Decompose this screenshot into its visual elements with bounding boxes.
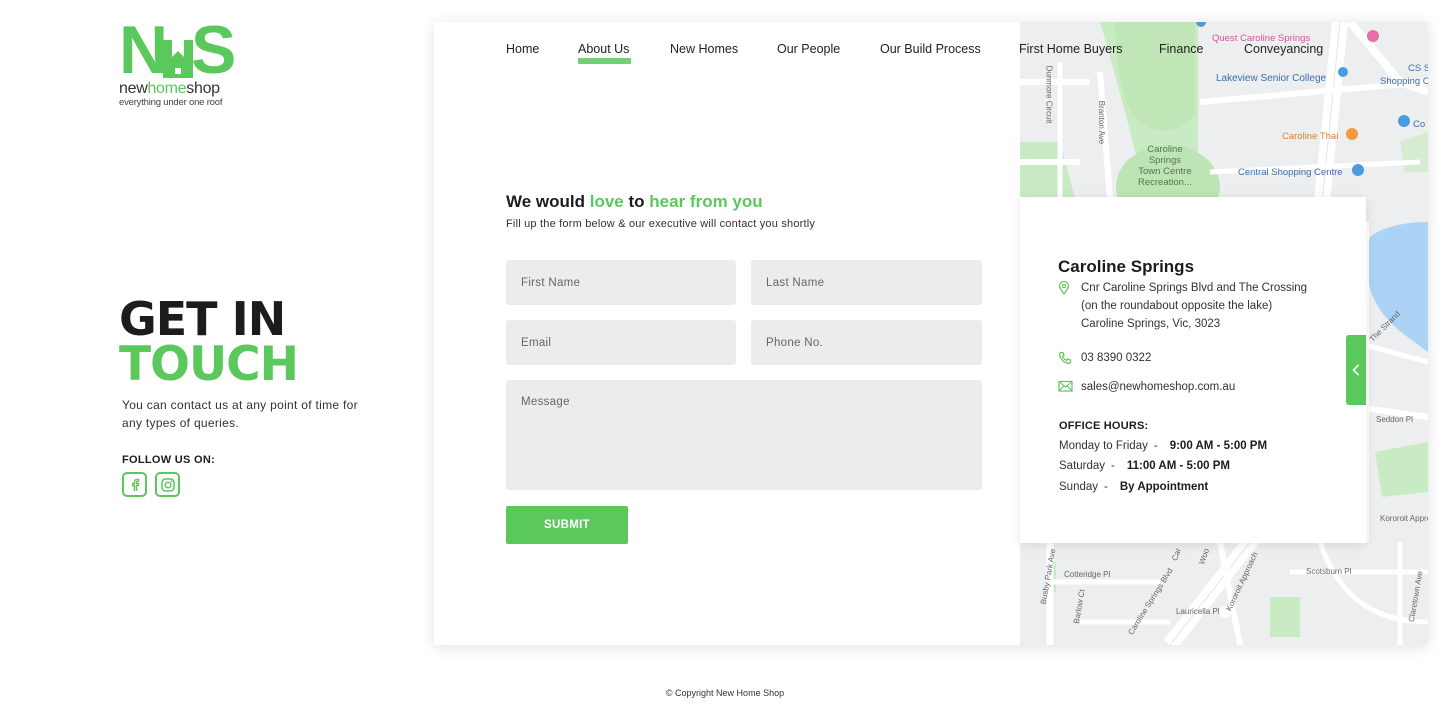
nav-item-new-homes[interactable]: New Homes	[670, 42, 738, 56]
nav-item-first-home-buyers[interactable]: First Home Buyers	[1019, 42, 1123, 56]
first-name-field[interactable]	[506, 260, 736, 305]
hours-row-sunday: Sunday - By Appointment	[1059, 481, 1209, 493]
address-line-3: Caroline Springs, Vic, 3023	[1081, 318, 1221, 330]
footer-copyright: © Copyright New Home Shop	[665, 688, 785, 698]
office-hours-label: OFFICE HOURS:	[1059, 420, 1149, 432]
logo-mark: N S	[119, 16, 239, 84]
map-label-recreation: Caroline Springs Town Centre Recreation...	[1138, 144, 1192, 188]
nav-item-our-build-process[interactable]: Our Build Process	[880, 42, 981, 56]
mail-icon	[1058, 380, 1073, 392]
logo[interactable]: N S newhomeshop everything under one roo…	[119, 16, 244, 108]
map-label-lakeview: Lakeview Senior College	[1216, 73, 1327, 84]
map-label-co: Co	[1413, 119, 1426, 130]
map-label-scotsburn: Scotsburn Pl	[1306, 567, 1352, 576]
follow-us-label: FOLLOW US ON:	[122, 454, 216, 466]
nav-item-our-people[interactable]: Our People	[777, 42, 840, 56]
map-label-branton: Branton Ave	[1097, 100, 1107, 145]
phone-number: 03 8390 0322	[1081, 352, 1152, 364]
map-label-lauricella: Lauricella Pl	[1176, 607, 1220, 616]
map-label-kororoit: Kororoit Approa	[1380, 514, 1428, 523]
form-title: We would love to hear from you	[506, 192, 763, 211]
map-label-shopping: Shopping C	[1380, 76, 1428, 87]
logo-letter-s: S	[191, 12, 236, 88]
social-links	[122, 472, 180, 497]
hours-row-weekdays: Monday to Friday -9:00 AM - 5:00 PM	[1059, 440, 1268, 452]
map-label-central: Central Shopping Centre	[1238, 167, 1343, 178]
chevron-left-icon	[1352, 364, 1360, 376]
get-in-touch-description: You can contact us at any point of time …	[122, 398, 358, 430]
contact-info-panel: Caroline Springs Cnr Caroline Springs Bl…	[1020, 197, 1366, 543]
get-in-touch-heading: GET IN TOUCH	[119, 292, 299, 392]
email-row[interactable]: sales@newhomeshop.com.au	[1058, 378, 1235, 396]
last-name-field[interactable]	[751, 260, 982, 305]
phone-field[interactable]	[751, 320, 982, 365]
form-subtitle: Fill up the form below & our executive w…	[506, 218, 816, 230]
heading-line-2: TOUCH	[119, 337, 299, 392]
map-label-dunmore: Dunmore Circuit	[1044, 65, 1054, 124]
panel-toggle-button[interactable]	[1346, 335, 1366, 405]
address-line-2: (on the roundabout opposite the lake)	[1081, 300, 1273, 312]
hours-row-saturday: Saturday -11:00 AM - 5:00 PM	[1059, 460, 1230, 472]
submit-button[interactable]: SUBMIT	[506, 506, 628, 544]
facebook-icon[interactable]	[122, 472, 147, 497]
nav-item-finance[interactable]: Finance	[1159, 42, 1203, 56]
heading-line-1: GET IN	[119, 292, 286, 346]
map-label-seddon: Seddon Pl	[1376, 415, 1413, 424]
phone-icon	[1058, 351, 1072, 365]
nav-item-home[interactable]: Home	[506, 42, 539, 56]
message-field[interactable]	[506, 380, 982, 490]
map-label-cotteridge: Cotteridge Pl	[1064, 570, 1111, 579]
phone-row[interactable]: 03 8390 0322	[1058, 349, 1151, 367]
contact-card: Quest Caroline Springs Lakeview Senior C…	[434, 22, 1428, 645]
email-field[interactable]	[506, 320, 736, 365]
address-line-1: Cnr Caroline Springs Blvd and The Crossi…	[1081, 282, 1308, 294]
house-icon	[163, 40, 193, 78]
logo-letter-n: N	[119, 12, 168, 88]
logo-tagline: everything under one roof	[119, 97, 223, 108]
map-label-cs: CS S	[1408, 63, 1428, 74]
map-label-thai: Caroline Thai	[1282, 131, 1339, 142]
map-pin-icon	[1058, 281, 1070, 295]
location-title: Caroline Springs	[1058, 257, 1195, 276]
nav-item-conveyancing[interactable]: Conveyancing	[1244, 42, 1323, 56]
email-address: sales@newhomeshop.com.au	[1081, 381, 1236, 393]
address: Cnr Caroline Springs Blvd and The Crossi…	[1058, 279, 1307, 333]
nav-item-about-us[interactable]: About Us	[578, 42, 632, 64]
instagram-icon[interactable]	[155, 472, 180, 497]
